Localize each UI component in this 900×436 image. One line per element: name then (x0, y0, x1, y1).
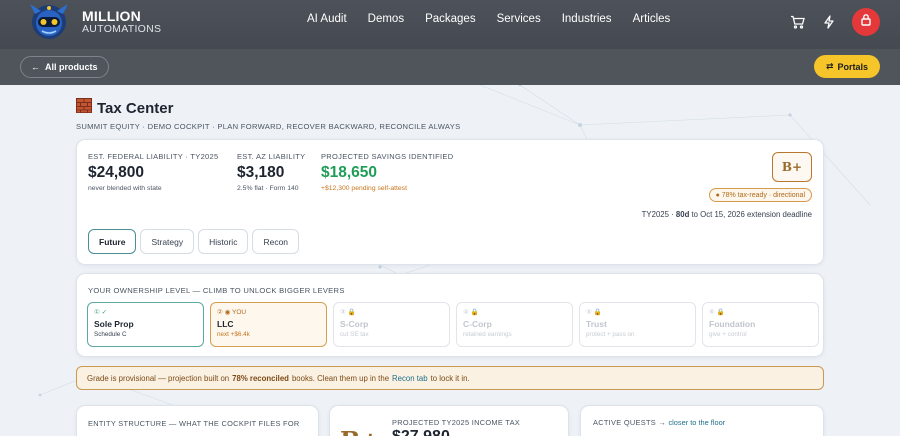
nav-link-articles[interactable]: Articles (633, 13, 671, 25)
level-status: ⑥ 🔒 (709, 309, 725, 316)
all-products-button[interactable]: ← All products (20, 56, 109, 78)
metric-projected-savings: PROJECTED SAVINGS IDENTIFIED $18,650 +$1… (321, 152, 453, 192)
tab-future[interactable]: Future (88, 229, 137, 254)
level-llc[interactable]: ② ◉ YOU LLC next +$6.4k (210, 302, 327, 347)
level-name: C-Corp (463, 319, 492, 329)
brand-line1: MILLION (82, 8, 141, 25)
brand-logo[interactable]: MILLION AUTOMATIONS (22, 0, 161, 44)
all-products-label: All products (45, 62, 98, 72)
active-quests-label: ACTIVE QUESTS → closer to the floor (593, 418, 725, 427)
level-status: ④ 🔒 (463, 309, 479, 316)
deadline-text: TY2025 · 80d to Oct 15, 2026 extension d… (642, 210, 812, 219)
deadline-days: 80d (675, 210, 690, 219)
level-name: LLC (217, 319, 234, 329)
level-name: Sole Prop (94, 319, 134, 329)
metric-az-liability: EST. AZ LIABILITY $3,180 2.5% flat · For… (237, 152, 305, 192)
level-desc: cut SE tax (340, 331, 369, 338)
ownership-level-card: YOUR OWNERSHIP LEVEL — CLIMB TO UNLOCK B… (76, 273, 824, 357)
nav-links: AI Audit Demos Packages Services Industr… (307, 13, 691, 25)
lock-icon (860, 13, 872, 31)
level-foundation[interactable]: ⑥ 🔒 Foundation give + control (702, 302, 819, 347)
nav-actions (788, 8, 880, 36)
level-s-corp[interactable]: ③ 🔒 S-Corp cut SE tax (333, 302, 450, 347)
portals-label: Portals (837, 61, 868, 72)
nav-link-services[interactable]: Services (497, 13, 541, 25)
arrow-left-icon: ← (31, 62, 40, 72)
ownership-levels: ① ✓ Sole Prop Schedule C ② ◉ YOU LLC nex… (87, 302, 819, 347)
metric-value: $18,650 (321, 164, 378, 181)
ownership-heading: YOUR OWNERSHIP LEVEL — CLIMB TO UNLOCK B… (88, 286, 345, 295)
metric-label: EST. AZ LIABILITY (237, 152, 306, 161)
projected-grade-letter: B+ (340, 426, 380, 436)
projected-tax-value: $27,980 (392, 428, 450, 436)
level-name: S-Corp (340, 319, 369, 329)
level-status: ① ✓ (94, 309, 108, 316)
level-desc: Schedule C (94, 331, 127, 338)
projected-tax-card: B+ PROJECTED TY2025 INCOME TAX $27,980 (329, 405, 569, 436)
metric-label: EST. FEDERAL LIABILITY · TY2025 (88, 152, 219, 161)
banner-text-bold: 78% reconciled (232, 373, 289, 383)
recon-tab-link[interactable]: Recon tab (392, 374, 428, 383)
projected-tax-label: PROJECTED TY2025 INCOME TAX (392, 418, 521, 427)
nav-link-demos[interactable]: Demos (368, 13, 404, 25)
nav-link-industries[interactable]: Industries (562, 13, 612, 25)
swap-arrows-icon: ⇄ (825, 61, 834, 71)
page-title-text: Tax Center (97, 99, 174, 117)
banner-text-mid: books. Clean them up in the (291, 373, 390, 383)
deadline-prefix: TY2025 · (641, 210, 676, 219)
level-desc: give + control (709, 331, 747, 338)
closer-to-floor-link[interactable]: closer to the floor (668, 418, 725, 427)
brick-icon (76, 98, 92, 118)
liability-summary-card: EST. FEDERAL LIABILITY · TY2025 $24,800 … (76, 139, 824, 265)
grade-badge[interactable]: B+ (772, 152, 812, 182)
level-c-corp[interactable]: ④ 🔒 C-Corp retained earnings (456, 302, 573, 347)
lock-button[interactable] (852, 8, 880, 36)
banner-text-pre: Grade is provisional — projection built … (87, 373, 230, 383)
tab-strategy[interactable]: Strategy (140, 229, 195, 254)
top-navbar: MILLION AUTOMATIONS AI Audit Demos Packa… (0, 0, 900, 49)
page-title: Tax Center (76, 98, 173, 118)
metric-label: PROJECTED SAVINGS IDENTIFIED (321, 152, 454, 161)
metric-note: 2.5% flat · Form 140 (237, 185, 299, 192)
level-desc: next +$6.4k (217, 331, 250, 338)
active-quests-title: ACTIVE QUESTS → (593, 418, 667, 427)
metric-value: $24,800 (88, 164, 145, 181)
entity-structure-card: ENTITY STRUCTURE — WHAT THE COCKPIT FILE… (76, 405, 319, 436)
deadline-suffix: to Oct 15, 2026 extension deadline (689, 210, 812, 219)
brand-wordmark: MILLION AUTOMATIONS (82, 9, 161, 35)
view-tabs: Future Strategy Historic Recon (88, 229, 300, 254)
tab-recon[interactable]: Recon (252, 229, 300, 254)
tax-ready-pill: ● 78% tax-ready · directional (708, 188, 812, 202)
active-quests-card: ACTIVE QUESTS → closer to the floor (580, 405, 824, 436)
level-name: Trust (586, 319, 607, 329)
portals-button[interactable]: ⇄ Portals (813, 55, 880, 78)
level-status: ③ 🔒 (340, 309, 356, 316)
entity-structure-label: ENTITY STRUCTURE — WHAT THE COCKPIT FILE… (88, 419, 300, 428)
metric-note: never blended with state (88, 185, 162, 192)
metric-value: $3,180 (237, 164, 285, 181)
level-status: ② ◉ YOU (217, 309, 247, 316)
sub-toolbar: ← All products ⇄ Portals (0, 49, 900, 85)
level-name: Foundation (709, 319, 756, 329)
brand-line2: AUTOMATIONS (82, 23, 162, 36)
robot-mascot-icon (22, 0, 76, 44)
nav-link-packages[interactable]: Packages (425, 13, 476, 25)
provisional-grade-banner: Grade is provisional — projection built … (76, 366, 824, 390)
level-sole-prop[interactable]: ① ✓ Sole Prop Schedule C (87, 302, 204, 347)
page-subtitle: SUMMIT EQUITY · DEMO COCKPIT · PLAN FORW… (76, 122, 461, 131)
bolt-icon[interactable] (820, 13, 838, 31)
level-trust[interactable]: ⑤ 🔒 Trust protect + pass on (579, 302, 696, 347)
banner-text-post: to lock it in. (430, 373, 470, 383)
cart-icon[interactable] (788, 13, 806, 31)
level-desc: protect + pass on (586, 331, 635, 338)
tab-historic[interactable]: Historic (198, 229, 249, 254)
level-status: ⑤ 🔒 (586, 309, 602, 316)
nav-link-ai-audit[interactable]: AI Audit (307, 13, 347, 25)
metric-federal-liability: EST. FEDERAL LIABILITY · TY2025 $24,800 … (88, 152, 218, 192)
level-desc: retained earnings (463, 331, 512, 338)
metric-note: +$12,300 pending self-attest (321, 185, 407, 192)
